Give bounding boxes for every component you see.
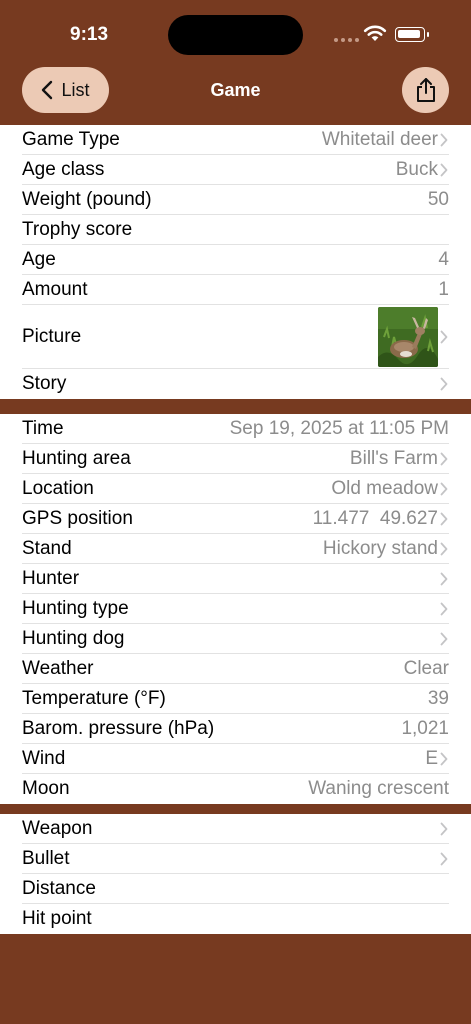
row-value: Waning crescent bbox=[308, 778, 449, 799]
row-time[interactable]: Time Sep 19, 2025 at 11:05 PM bbox=[0, 414, 471, 444]
row-label: Trophy score bbox=[22, 219, 133, 240]
row-label: Story bbox=[22, 373, 67, 394]
page-title: Game bbox=[210, 80, 261, 100]
row-value: Hickory stand bbox=[322, 538, 438, 559]
row-label: Time bbox=[22, 418, 64, 439]
row-label: Amount bbox=[22, 279, 88, 300]
chevron-right-icon bbox=[440, 602, 449, 616]
row-label: Temperature (°F) bbox=[22, 688, 166, 709]
row-label: Weapon bbox=[22, 818, 93, 839]
share-icon bbox=[416, 78, 435, 102]
row-game-type[interactable]: Game Type Whitetail deer bbox=[0, 125, 471, 155]
row-label: Hunting dog bbox=[22, 628, 125, 649]
row-barometric-pressure[interactable]: Barom. pressure (hPa) 1,021 bbox=[0, 714, 471, 744]
row-value: 11.477 49.627 bbox=[312, 508, 438, 529]
row-label: Weight (pound) bbox=[22, 189, 152, 210]
wifi-icon bbox=[363, 25, 387, 41]
cellular-signal-icon bbox=[334, 38, 359, 42]
row-label: Stand bbox=[22, 538, 72, 559]
row-value: Clear bbox=[403, 658, 449, 679]
chevron-right-icon bbox=[440, 163, 449, 177]
row-value: Whitetail deer bbox=[321, 129, 438, 150]
row-value: 50 bbox=[427, 189, 449, 210]
row-value: E bbox=[425, 748, 438, 769]
battery-icon bbox=[395, 27, 429, 42]
row-value: Buck bbox=[395, 159, 438, 180]
row-age-class[interactable]: Age class Buck bbox=[0, 155, 471, 185]
row-hunting-type[interactable]: Hunting type bbox=[0, 594, 471, 624]
chevron-right-icon bbox=[440, 752, 449, 766]
row-hunting-area[interactable]: Hunting area Bill's Farm bbox=[0, 444, 471, 474]
row-label: Distance bbox=[22, 878, 96, 899]
row-label: Location bbox=[22, 478, 94, 499]
chevron-right-icon bbox=[440, 542, 449, 556]
row-value: 39 bbox=[427, 688, 449, 709]
row-label: Hunting type bbox=[22, 598, 129, 619]
deer-photo[interactable] bbox=[378, 307, 438, 367]
chevron-right-icon bbox=[440, 852, 449, 866]
row-age[interactable]: Age 4 bbox=[0, 245, 471, 275]
chevron-right-icon bbox=[440, 512, 449, 526]
row-label: Game Type bbox=[22, 129, 120, 150]
row-label: Moon bbox=[22, 778, 70, 799]
row-wind[interactable]: Wind E bbox=[0, 744, 471, 774]
row-label: Hit point bbox=[22, 908, 92, 929]
chevron-right-icon bbox=[440, 482, 449, 496]
row-hunter[interactable]: Hunter bbox=[0, 564, 471, 594]
row-value: 1 bbox=[438, 279, 449, 300]
row-weight[interactable]: Weight (pound) 50 bbox=[0, 185, 471, 215]
row-value: Old meadow bbox=[331, 478, 438, 499]
row-label: Barom. pressure (hPa) bbox=[22, 718, 215, 739]
chevron-right-icon bbox=[440, 572, 449, 586]
row-label: Age class bbox=[22, 159, 105, 180]
row-label: Weather bbox=[22, 658, 94, 679]
row-weather[interactable]: Weather Clear bbox=[0, 654, 471, 684]
row-value: Bill's Farm bbox=[349, 448, 438, 469]
chevron-right-icon bbox=[440, 822, 449, 836]
row-bullet[interactable]: Bullet bbox=[0, 844, 471, 874]
chevron-right-icon bbox=[440, 632, 449, 646]
row-gps-position[interactable]: GPS position 11.477 49.627 bbox=[0, 504, 471, 534]
dynamic-island bbox=[168, 15, 303, 55]
row-label: GPS position bbox=[22, 508, 133, 529]
row-temperature[interactable]: Temperature (°F) 39 bbox=[0, 684, 471, 714]
row-trophy-score[interactable]: Trophy score bbox=[0, 215, 471, 245]
chevron-right-icon bbox=[440, 330, 449, 344]
navigation-bar: List Game bbox=[0, 66, 471, 124]
row-location[interactable]: Location Old meadow bbox=[0, 474, 471, 504]
share-button[interactable] bbox=[402, 67, 449, 113]
row-value: 1,021 bbox=[401, 718, 449, 739]
row-label: Wind bbox=[22, 748, 66, 769]
game-details-section: Game Type Whitetail deer Age class Buck … bbox=[0, 125, 471, 399]
status-bar: 9:13 bbox=[0, 0, 471, 66]
row-moon[interactable]: Moon Waning crescent bbox=[0, 774, 471, 804]
chevron-right-icon bbox=[440, 133, 449, 147]
row-value: 4 bbox=[438, 249, 449, 270]
shot-details-section: Weapon Bullet Distance Hit point bbox=[0, 814, 471, 934]
status-time: 9:13 bbox=[70, 24, 109, 45]
row-stand[interactable]: Stand Hickory stand bbox=[0, 534, 471, 564]
row-label: Bullet bbox=[22, 848, 70, 869]
row-picture[interactable]: Picture bbox=[0, 305, 471, 369]
row-hunting-dog[interactable]: Hunting dog bbox=[0, 624, 471, 654]
row-weapon[interactable]: Weapon bbox=[0, 814, 471, 844]
row-amount[interactable]: Amount 1 bbox=[0, 275, 471, 305]
row-hit-point[interactable]: Hit point bbox=[0, 904, 471, 934]
hunt-details-section: Time Sep 19, 2025 at 11:05 PM Hunting ar… bbox=[0, 414, 471, 804]
row-value: Sep 19, 2025 at 11:05 PM bbox=[229, 418, 449, 439]
row-story[interactable]: Story bbox=[0, 369, 471, 399]
row-distance[interactable]: Distance bbox=[0, 874, 471, 904]
chevron-right-icon bbox=[440, 377, 449, 391]
row-label: Picture bbox=[22, 326, 82, 347]
row-label: Hunter bbox=[22, 568, 80, 589]
row-label: Hunting area bbox=[22, 448, 131, 469]
row-label: Age bbox=[22, 249, 56, 270]
chevron-right-icon bbox=[440, 452, 449, 466]
